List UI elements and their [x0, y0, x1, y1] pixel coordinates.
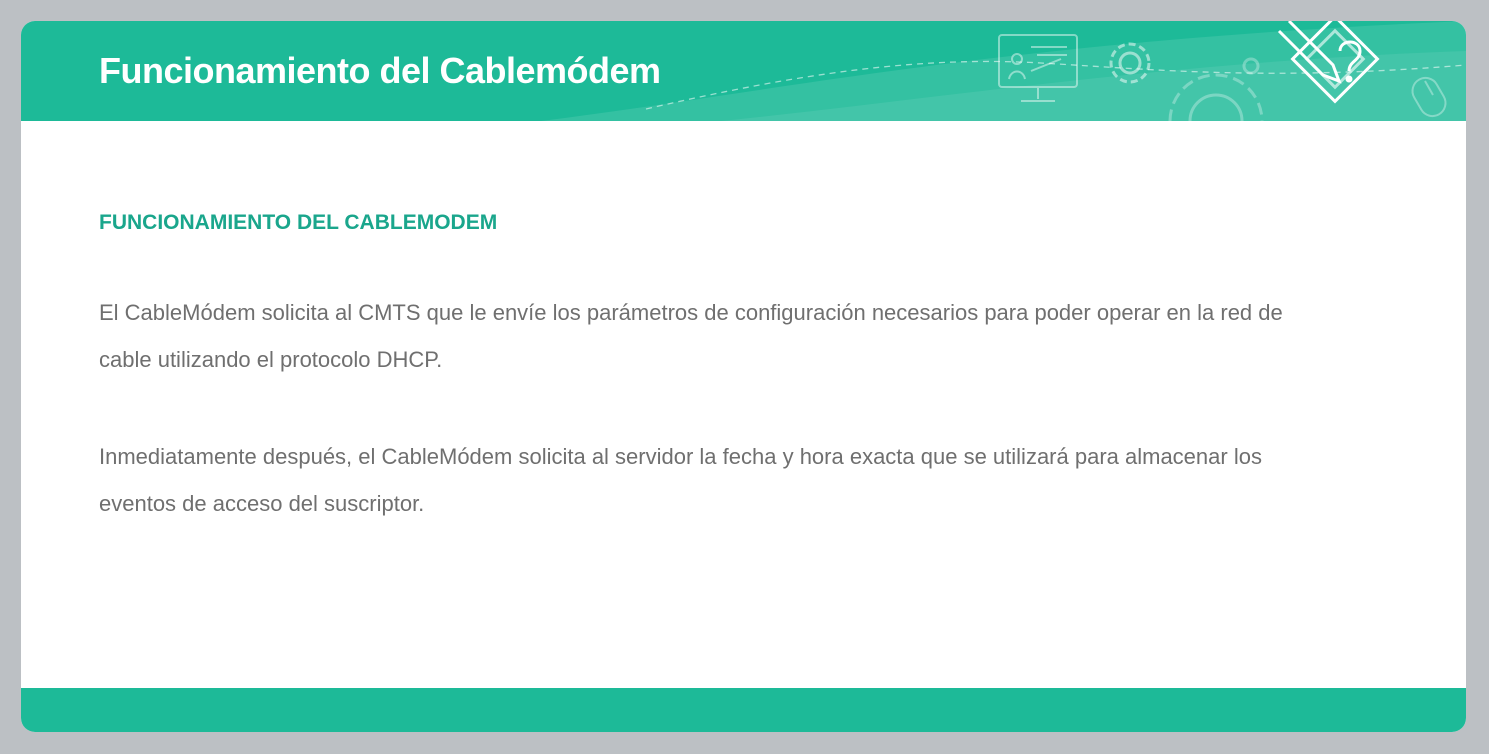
section-heading: FUNCIONAMIENTO DEL CABLEMODEM [99, 211, 498, 234]
paragraph: Inmediatamente después, el CableMódem so… [99, 444, 1262, 516]
footer-bar [21, 688, 1466, 732]
header-banner: Funcionamiento del Cablemódem [21, 21, 1466, 121]
paragraph: El CableMódem solicita al CMTS que le en… [99, 300, 1283, 372]
main-content: FUNCIONAMIENTO DEL CABLEMODEM El CableMó… [99, 211, 1329, 577]
page-title: Funcionamiento del Cablemódem [99, 50, 661, 91]
content-card: Funcionamiento del Cablemódem FUNCIONAMI… [21, 21, 1466, 732]
